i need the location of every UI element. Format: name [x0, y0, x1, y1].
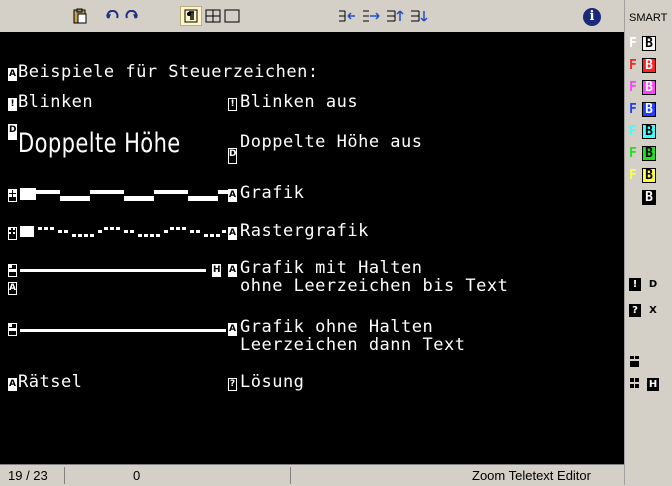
color-row[interactable]: FB — [629, 168, 656, 186]
raster-mosaic — [20, 224, 228, 244]
color-row[interactable]: FB — [629, 102, 656, 120]
foreground-color-button[interactable]: F — [629, 168, 642, 183]
alpha-control-icon: A — [228, 189, 237, 202]
raster-text: Rastergrafik — [240, 221, 369, 241]
graphics-text: Grafik — [240, 183, 305, 203]
blink-text: Blinken — [18, 92, 94, 112]
nohold-text-line-1: Grafik ohne Halten — [240, 317, 434, 337]
blink-control-icon: ! — [8, 98, 17, 111]
smart-panel: SMART FBFBFBFBFBFBFBB ! D ? X H — [624, 0, 672, 485]
double-height-control-icon: D — [8, 124, 17, 140]
insert-down-icon[interactable] — [408, 6, 430, 26]
color-row[interactable]: FB — [629, 36, 656, 54]
separated-graphics-control-icon — [8, 227, 17, 240]
solution-text: Lösung — [240, 372, 305, 392]
cursor-position: 19 / 23 — [8, 468, 48, 483]
reveal-button[interactable]: ? — [629, 304, 641, 317]
box-icon[interactable] — [222, 6, 242, 26]
app-name: Zoom Teletext Editor — [472, 468, 591, 483]
redo-icon[interactable] — [122, 6, 140, 26]
color-row[interactable]: B — [629, 190, 656, 208]
graphics-button[interactable] — [629, 356, 641, 369]
panel-title: SMART — [629, 12, 668, 24]
background-color-button[interactable]: B — [642, 36, 656, 51]
foreground-color-button[interactable]: F — [629, 102, 642, 117]
conceal-button[interactable]: X — [647, 304, 659, 317]
background-color-button[interactable]: B — [642, 58, 656, 73]
graphics-mosaic — [20, 186, 228, 206]
background-color-button[interactable]: B — [642, 146, 656, 161]
alpha-control-icon-2: A — [228, 227, 237, 240]
color-row[interactable]: FB — [629, 124, 656, 142]
status-bar: 19 / 23 0 Zoom Teletext Editor — [0, 464, 624, 486]
paste-icon[interactable] — [70, 6, 90, 26]
graphics-control-icon-3 — [8, 323, 17, 336]
nohold-graphics-line — [20, 320, 228, 340]
foreground-color-button[interactable]: F — [629, 36, 642, 51]
hold-button[interactable]: H — [647, 378, 659, 391]
alpha-control-icon-5: A — [228, 323, 237, 336]
insert-right-icon[interactable] — [360, 6, 382, 26]
blink-button[interactable]: ! — [629, 278, 641, 291]
graphics-control-icon — [8, 189, 17, 202]
foreground-color-button[interactable]: F — [629, 58, 642, 73]
nohold-text-line-2: Leerzeichen dann Text — [240, 335, 466, 355]
hold-control-icon: H — [212, 264, 221, 277]
undo-icon[interactable] — [104, 6, 122, 26]
foreground-color-button[interactable]: F — [629, 146, 642, 161]
color-row[interactable]: FB — [629, 80, 656, 98]
riddle-text: Rätsel — [18, 372, 83, 392]
double-height-off-text: Doppelte Höhe aus — [240, 132, 423, 152]
background-color-button[interactable]: B — [642, 190, 656, 205]
hold-text-line-1: Grafik mit Halten — [240, 258, 423, 278]
foreground-color-button[interactable]: F — [629, 80, 642, 95]
teletext-canvas[interactable]: A Beispiele für Steuerzeichen: ! Blinken… — [0, 32, 624, 464]
separated-graphics-button[interactable] — [629, 378, 641, 391]
info-icon[interactable]: i — [583, 8, 601, 26]
background-color-button[interactable]: B — [642, 80, 656, 95]
grid-icon[interactable] — [203, 6, 223, 26]
alpha-control-icon-6: A — [8, 378, 17, 391]
color-row[interactable]: FB — [629, 146, 656, 164]
color-row[interactable]: FB — [629, 58, 656, 76]
foreground-color-button[interactable]: F — [629, 124, 642, 139]
normal-height-control-icon: D — [228, 148, 237, 164]
hold-text-line-2: ohne Leerzeichen bis Text — [240, 276, 509, 296]
double-height-button[interactable]: D — [647, 278, 659, 291]
insert-up-icon[interactable] — [384, 6, 406, 26]
alpha-control-icon-3: A — [228, 264, 237, 277]
alpha-white-control-icon: A — [8, 68, 17, 81]
heading-text: Beispiele für Steuerzeichen: — [18, 62, 319, 82]
background-color-button[interactable]: B — [642, 124, 656, 139]
graphics-control-icon-2 — [8, 264, 17, 277]
cursor-column: 0 — [133, 468, 141, 483]
reveal-control-icon: ? — [228, 378, 237, 391]
alpha-control-icon-4: A — [8, 282, 17, 295]
hold-graphics-line — [20, 260, 212, 280]
toolbar: i — [0, 0, 624, 32]
background-color-button[interactable]: B — [642, 168, 656, 183]
steady-control-icon: ! — [228, 98, 237, 111]
insert-left-icon[interactable] — [336, 6, 358, 26]
blink-off-text: Blinken aus — [240, 92, 359, 112]
double-height-text: Doppelte Höhe — [18, 128, 181, 159]
background-color-button[interactable]: B — [642, 102, 656, 117]
paragraph-icon[interactable] — [180, 6, 202, 26]
